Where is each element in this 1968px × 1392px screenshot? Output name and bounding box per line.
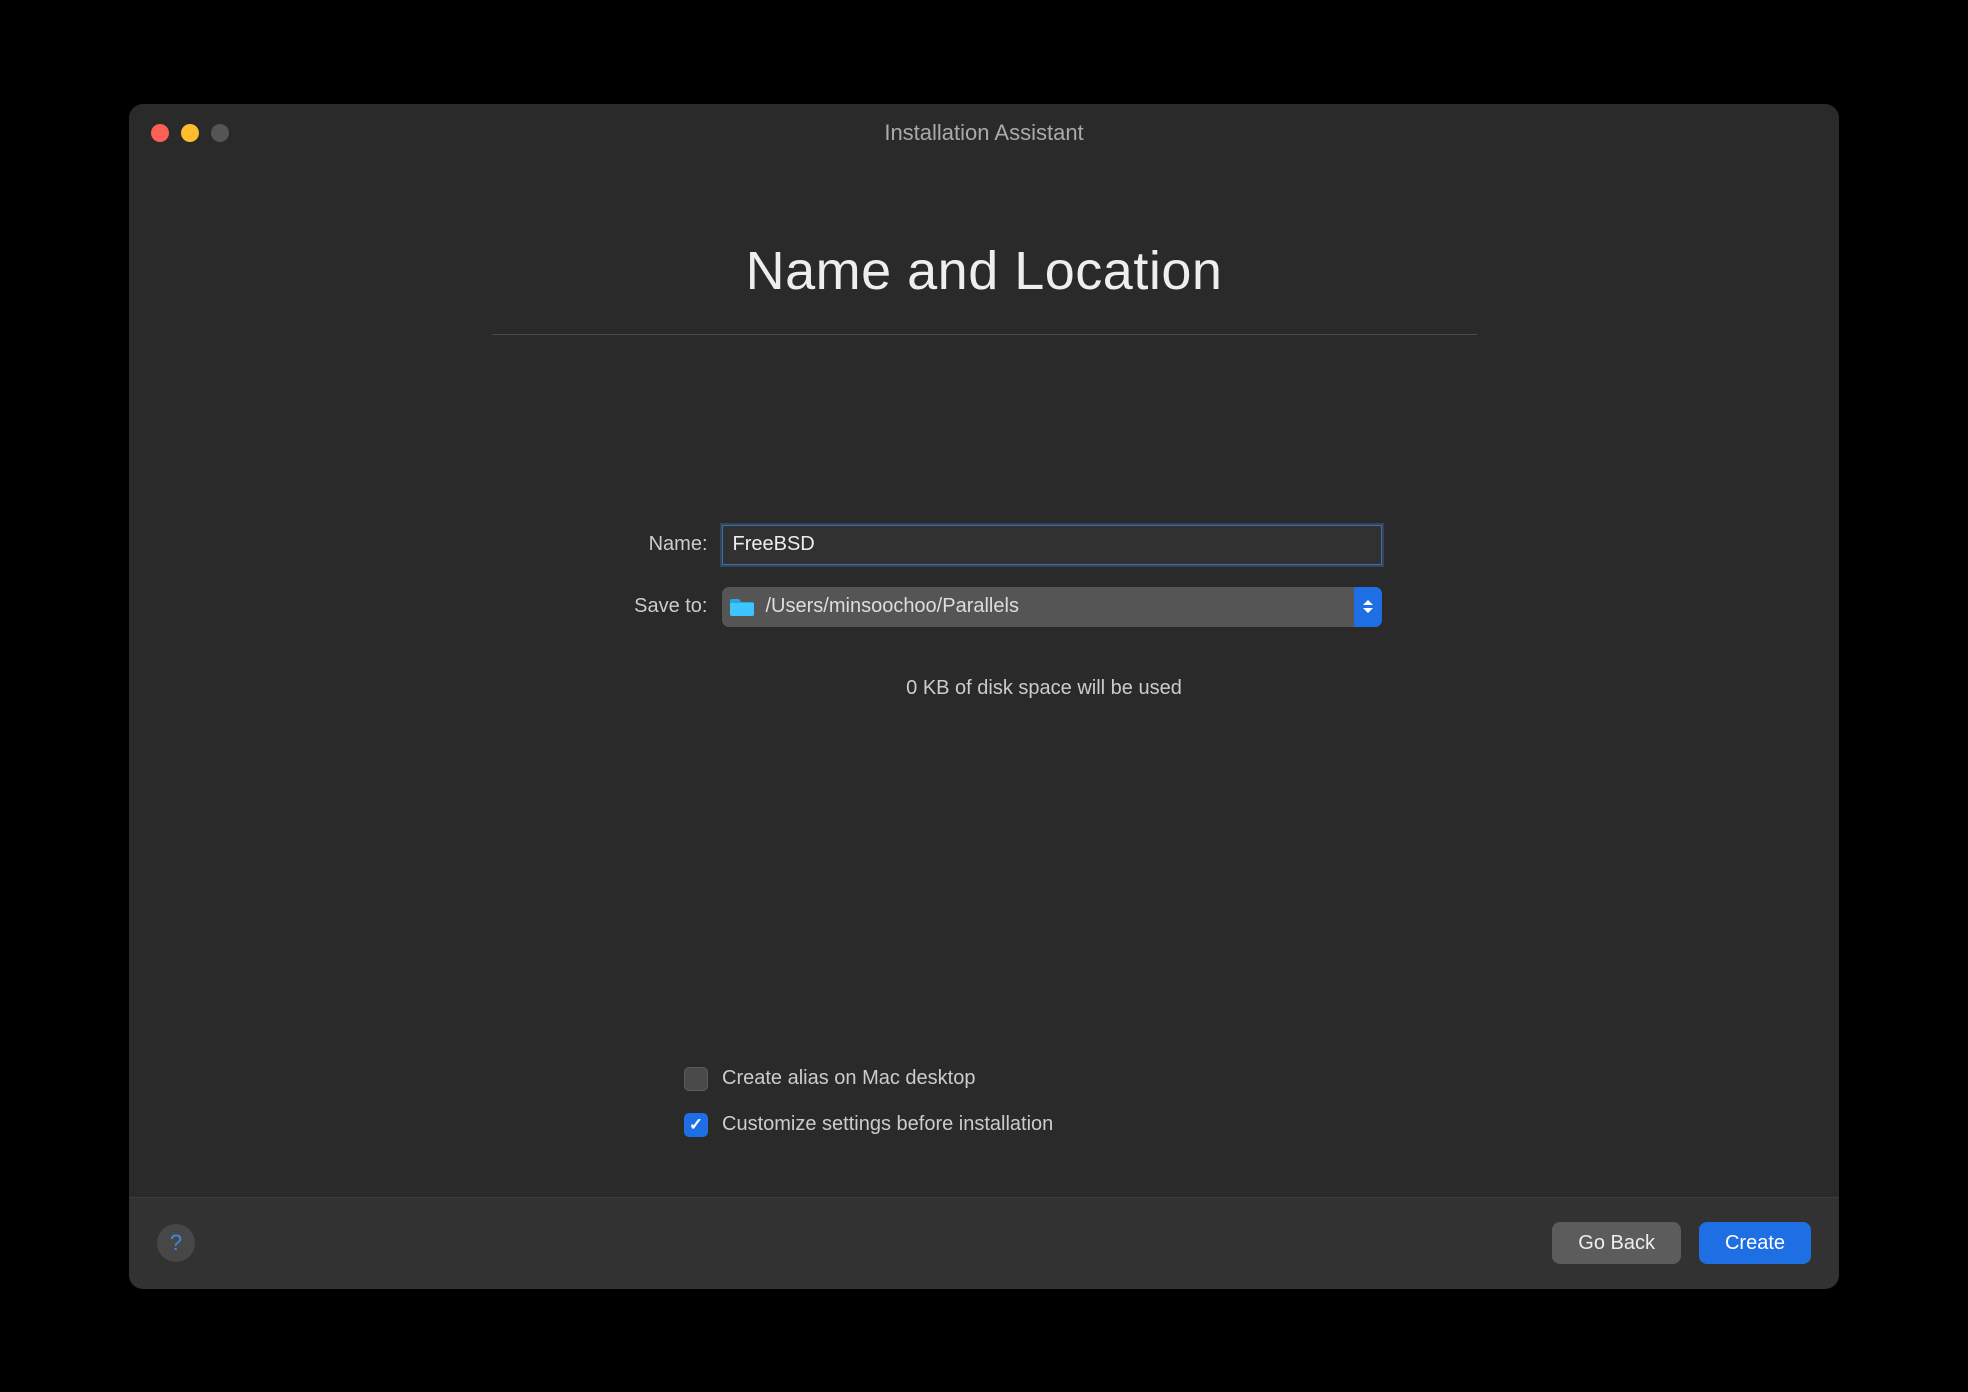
- traffic-lights: [151, 124, 229, 142]
- window-title: Installation Assistant: [129, 120, 1839, 146]
- help-button[interactable]: ?: [157, 1224, 195, 1262]
- go-back-button[interactable]: Go Back: [1552, 1222, 1681, 1264]
- minimize-button[interactable]: [181, 124, 199, 142]
- name-label: Name:: [587, 533, 722, 556]
- chevron-up-down-icon: [1354, 587, 1382, 627]
- folder-icon: [730, 597, 754, 616]
- help-icon: ?: [170, 1230, 182, 1256]
- form-area: Name: Save to: /Users/minsoochoo/Paralle…: [129, 525, 1839, 700]
- divider: [492, 334, 1477, 335]
- disk-usage-text: 0 KB of disk space will be used: [906, 677, 1182, 700]
- maximize-button[interactable]: [211, 124, 229, 142]
- installation-assistant-window: Installation Assistant Name and Location…: [129, 104, 1839, 1289]
- create-button[interactable]: Create: [1699, 1222, 1811, 1264]
- titlebar: Installation Assistant: [129, 104, 1839, 162]
- name-input[interactable]: [722, 525, 1382, 565]
- content-area: Name and Location Name: Save to: /Users/…: [129, 162, 1839, 1197]
- name-row: Name:: [587, 525, 1382, 565]
- save-to-row: Save to: /Users/minsoochoo/Parallels: [587, 587, 1382, 627]
- footer: ? Go Back Create: [129, 1197, 1839, 1289]
- check-icon: ✓: [689, 1115, 703, 1135]
- customize-label: Customize settings before installation: [722, 1113, 1053, 1136]
- options-area: Create alias on Mac desktop ✓ Customize …: [684, 1067, 1284, 1159]
- customize-option-row: ✓ Customize settings before installation: [684, 1113, 1284, 1137]
- customize-checkbox[interactable]: ✓: [684, 1113, 708, 1137]
- alias-option-row: Create alias on Mac desktop: [684, 1067, 1284, 1091]
- save-to-path: /Users/minsoochoo/Parallels: [766, 595, 1374, 618]
- page-title: Name and Location: [746, 240, 1223, 302]
- save-to-label: Save to:: [587, 595, 722, 618]
- close-button[interactable]: [151, 124, 169, 142]
- alias-label: Create alias on Mac desktop: [722, 1067, 975, 1090]
- alias-checkbox[interactable]: [684, 1067, 708, 1091]
- save-to-popup[interactable]: /Users/minsoochoo/Parallels: [722, 587, 1382, 627]
